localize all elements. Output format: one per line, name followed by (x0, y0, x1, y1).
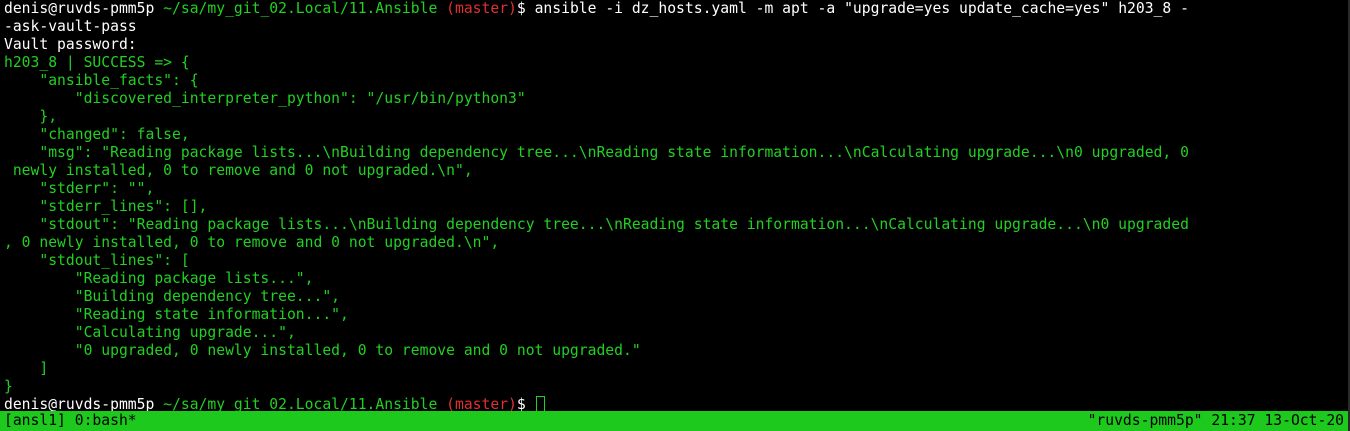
terminal-line: }, (4, 108, 57, 126)
terminal-line: "Reading package lists...", (4, 270, 314, 288)
terminal-text-segment: "ansible_facts": { (4, 72, 199, 89)
terminal-text-segment: $ (516, 396, 535, 411)
terminal-line: "msg": "Reading package lists...\nBuildi… (4, 144, 1189, 162)
terminal-line: "stdout_lines": [ (4, 252, 190, 270)
terminal-text-segment: "msg": "Reading package lists...\nBuildi… (4, 144, 1189, 161)
terminal-line: "discovered_interpreter_python": "/usr/b… (4, 90, 526, 108)
tmux-host-clock: "ruvds-pmm5p" 21:37 13-Oct-20 (1087, 412, 1344, 429)
terminal-text-segment: ] (4, 360, 49, 377)
terminal-line: } (4, 378, 13, 396)
terminal-line: "ansible_facts": { (4, 72, 199, 90)
terminal-line: "Building dependency tree...", (4, 288, 340, 306)
terminal-text-segment: , 0 newly installed, 0 to remove and 0 n… (4, 234, 500, 251)
tmux-status-bar: [ansl1] 0:bash* "ruvds-pmm5p" 21:37 13-O… (0, 411, 1350, 431)
terminal-text-segment: ~/sa/my_git_02.Local/11.Ansible (154, 0, 447, 17)
terminal-text-segment: denis@ruvds-pmm5p (4, 396, 155, 411)
terminal-text-segment: "Calculating upgrade...", (4, 324, 296, 341)
terminal-text-segment: "Reading package lists...", (4, 270, 314, 287)
terminal-text-segment: (master) (446, 396, 517, 411)
terminal-line: "Calculating upgrade...", (4, 324, 296, 342)
terminal-text-segment: "0 upgraded, 0 newly installed, 0 to rem… (4, 342, 641, 359)
terminal-line: "stderr": "", (4, 180, 154, 198)
terminal-line: "stdout": "Reading package lists...\nBui… (4, 216, 1189, 234)
terminal-text-segment: "stdout": "Reading package lists...\nBui… (4, 216, 1189, 233)
terminal-line: -ask-vault-pass (4, 18, 137, 36)
terminal-text-segment: h203_8 | SUCCESS => { (4, 54, 190, 71)
terminal-line: h203_8 | SUCCESS => { (4, 54, 190, 72)
terminal-line: Vault password: (4, 36, 137, 54)
terminal-line: , 0 newly installed, 0 to remove and 0 n… (4, 234, 499, 252)
terminal-cursor[interactable] (535, 396, 545, 411)
terminal-prompt-line: denis@ruvds-pmm5p ~/sa/my_git_02.Local/1… (4, 396, 545, 411)
terminal-text-segment: "Building dependency tree...", (4, 288, 341, 305)
terminal-line: "stderr_lines": [], (4, 198, 207, 216)
terminal-window[interactable]: denis@ruvds-pmm5p ~/sa/my_git_02.Local/1… (0, 0, 1350, 411)
terminal-text-segment: "stderr": "", (4, 180, 155, 197)
terminal-line: "Reading state information...", (4, 306, 349, 324)
terminal-text-segment: "stderr_lines": [], (4, 198, 208, 215)
terminal-text-segment: "changed": false, (4, 126, 190, 143)
terminal-text-segment: ~/sa/my_git_02.Local/11.Ansible (154, 396, 447, 411)
terminal-line: newly installed, 0 to remove and 0 not u… (4, 162, 473, 180)
terminal-text-segment: $ ansible -i dz_hosts.yaml -m apt -a "up… (516, 0, 1189, 17)
tmux-session-window-list[interactable]: [ansl1] 0:bash* (4, 412, 137, 430)
terminal-text-segment: "discovered_interpreter_python": "/usr/b… (4, 90, 526, 107)
terminal-text-segment: denis@ruvds-pmm5p (4, 0, 155, 17)
terminal-text-segment: }, (4, 108, 58, 125)
terminal-line: ] (4, 360, 48, 378)
terminal-text-segment: } (4, 378, 13, 395)
terminal-text-segment: -ask-vault-pass (4, 18, 137, 35)
terminal-text-segment: (master) (446, 0, 517, 17)
terminal-text-segment: "stdout_lines": [ (4, 252, 190, 269)
terminal-line: "0 upgraded, 0 newly installed, 0 to rem… (4, 342, 641, 360)
terminal-line: denis@ruvds-pmm5p ~/sa/my_git_02.Local/1… (4, 0, 1189, 18)
terminal-line: "changed": false, (4, 126, 190, 144)
terminal-text-segment: newly installed, 0 to remove and 0 not u… (4, 162, 473, 179)
terminal-text-segment: Vault password: (4, 36, 137, 53)
terminal-text-segment: "Reading state information...", (4, 306, 349, 323)
